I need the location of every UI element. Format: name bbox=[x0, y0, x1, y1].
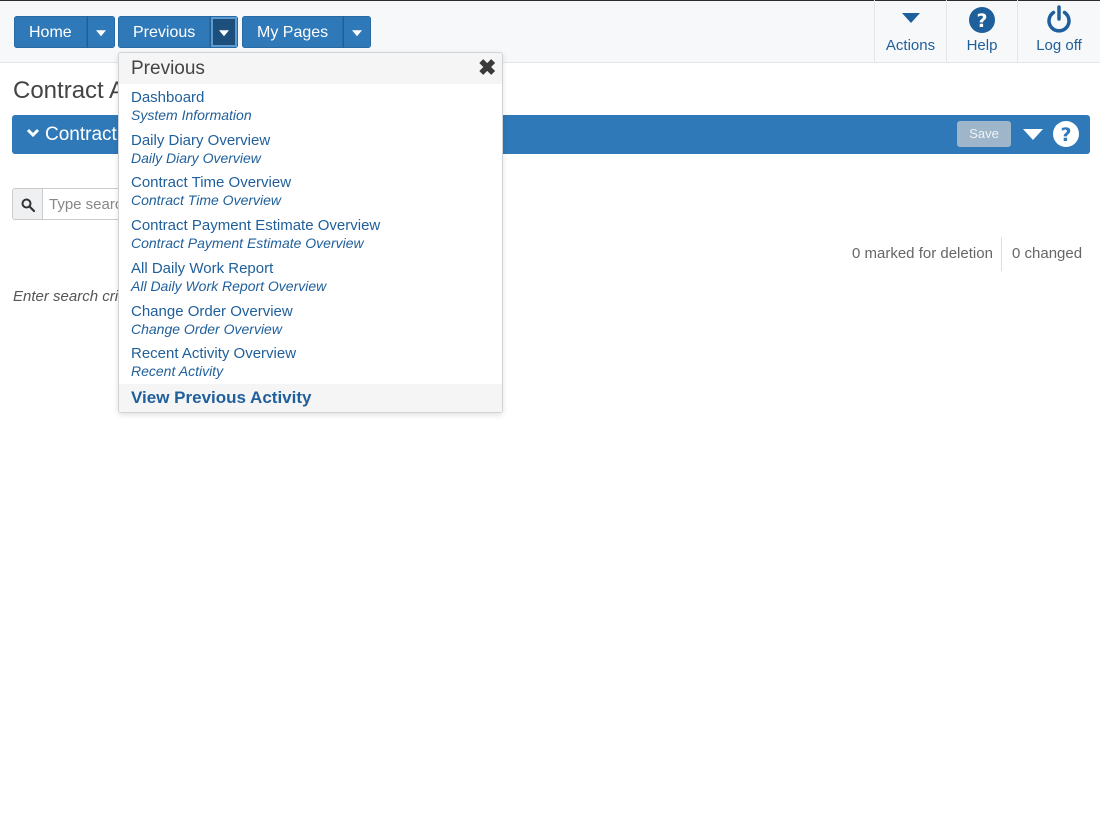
dropdown-item-sub: Daily Diary Overview bbox=[131, 150, 261, 166]
save-button[interactable]: Save bbox=[957, 121, 1011, 147]
view-previous-activity-label: View Previous Activity bbox=[131, 388, 312, 407]
dropdown-item-dashboard[interactable]: Dashboard System Information bbox=[131, 89, 491, 123]
help-label: Help bbox=[966, 37, 998, 54]
dropdown-item-sub: System Information bbox=[131, 107, 252, 123]
previous-dropdown-toggle[interactable] bbox=[210, 16, 239, 48]
my-pages-button[interactable]: My Pages bbox=[242, 16, 344, 48]
actions-button[interactable]: Actions bbox=[874, 0, 946, 62]
search-icon bbox=[21, 198, 35, 212]
dropdown-item-label: All Daily Work Report bbox=[131, 260, 274, 277]
dropdown-item-sub: All Daily Work Report Overview bbox=[131, 278, 327, 294]
close-icon[interactable]: ✖ bbox=[478, 55, 496, 81]
home-button-group: Home bbox=[14, 16, 115, 48]
chevron-down-icon bbox=[95, 30, 106, 37]
dropdown-item-contract-payment-estimate[interactable]: Contract Payment Estimate Overview Contr… bbox=[131, 217, 491, 251]
help-icon: ? bbox=[969, 7, 995, 33]
dropdown-item-daily-diary[interactable]: Daily Diary Overview Daily Diary Overvie… bbox=[131, 132, 491, 166]
dropdown-header: Previous ✖ bbox=[119, 53, 502, 84]
dropdown-item-label: Daily Diary Overview bbox=[131, 132, 271, 149]
search-hint: Enter search cri bbox=[13, 288, 119, 305]
log-off-button[interactable]: Log off bbox=[1017, 0, 1100, 62]
previous-button-group: Previous bbox=[118, 16, 239, 48]
dropdown-item-label: Dashboard bbox=[131, 89, 205, 106]
dropdown-title: Previous bbox=[131, 58, 205, 79]
dropdown-item-label: Change Order Overview bbox=[131, 303, 293, 320]
my-pages-dropdown-toggle[interactable] bbox=[343, 16, 372, 48]
previous-dropdown-menu: Previous ✖ Dashboard System Information … bbox=[118, 52, 503, 413]
chevron-down-icon bbox=[219, 30, 230, 37]
dropdown-item-sub: Change Order Overview bbox=[131, 321, 282, 337]
panel-menu-caret-icon[interactable] bbox=[1023, 129, 1043, 140]
dropdown-item-label: Contract Payment Estimate Overview bbox=[131, 217, 381, 234]
caret-down-icon bbox=[901, 13, 920, 23]
home-button[interactable]: Home bbox=[14, 16, 87, 48]
svg-text:?: ? bbox=[976, 10, 987, 32]
changed-count: 0 changed bbox=[1012, 245, 1083, 262]
dropdown-item-contract-time[interactable]: Contract Time Overview Contract Time Ove… bbox=[131, 174, 491, 208]
help-icon[interactable]: ? bbox=[1052, 120, 1080, 148]
power-icon bbox=[1047, 5, 1071, 33]
dropdown-item-label: Recent Activity Overview bbox=[131, 345, 297, 362]
marked-for-deletion-count: 0 marked for deletion bbox=[852, 245, 993, 262]
dropdown-item-change-order[interactable]: Change Order Overview Change Order Overv… bbox=[131, 303, 491, 337]
panel-title: Contract bbox=[45, 124, 117, 145]
search-addon bbox=[12, 188, 42, 220]
page-title: Contract A bbox=[13, 77, 126, 104]
log-off-label: Log off bbox=[1036, 37, 1082, 54]
chevron-down-icon bbox=[352, 30, 363, 37]
home-dropdown-toggle[interactable] bbox=[86, 16, 115, 48]
dropdown-item-label: Contract Time Overview bbox=[131, 174, 292, 191]
chevron-down-icon[interactable] bbox=[26, 126, 40, 140]
actions-label: Actions bbox=[885, 37, 936, 54]
svg-text:?: ? bbox=[1060, 124, 1071, 146]
dropdown-item-sub: Contract Time Overview bbox=[131, 192, 282, 208]
view-previous-activity-link[interactable]: View Previous Activity bbox=[119, 384, 502, 412]
dropdown-item-sub: Contract Payment Estimate Overview bbox=[131, 235, 364, 251]
dropdown-item-recent-activity[interactable]: Recent Activity Overview Recent Activity bbox=[131, 345, 491, 379]
status-divider bbox=[1001, 237, 1002, 271]
help-button[interactable]: ? Help bbox=[946, 0, 1017, 62]
my-pages-button-group: My Pages bbox=[242, 16, 372, 48]
dropdown-item-all-daily-work-report[interactable]: All Daily Work Report All Daily Work Rep… bbox=[131, 260, 491, 294]
dropdown-item-sub: Recent Activity bbox=[131, 363, 224, 379]
previous-button[interactable]: Previous bbox=[118, 16, 211, 48]
